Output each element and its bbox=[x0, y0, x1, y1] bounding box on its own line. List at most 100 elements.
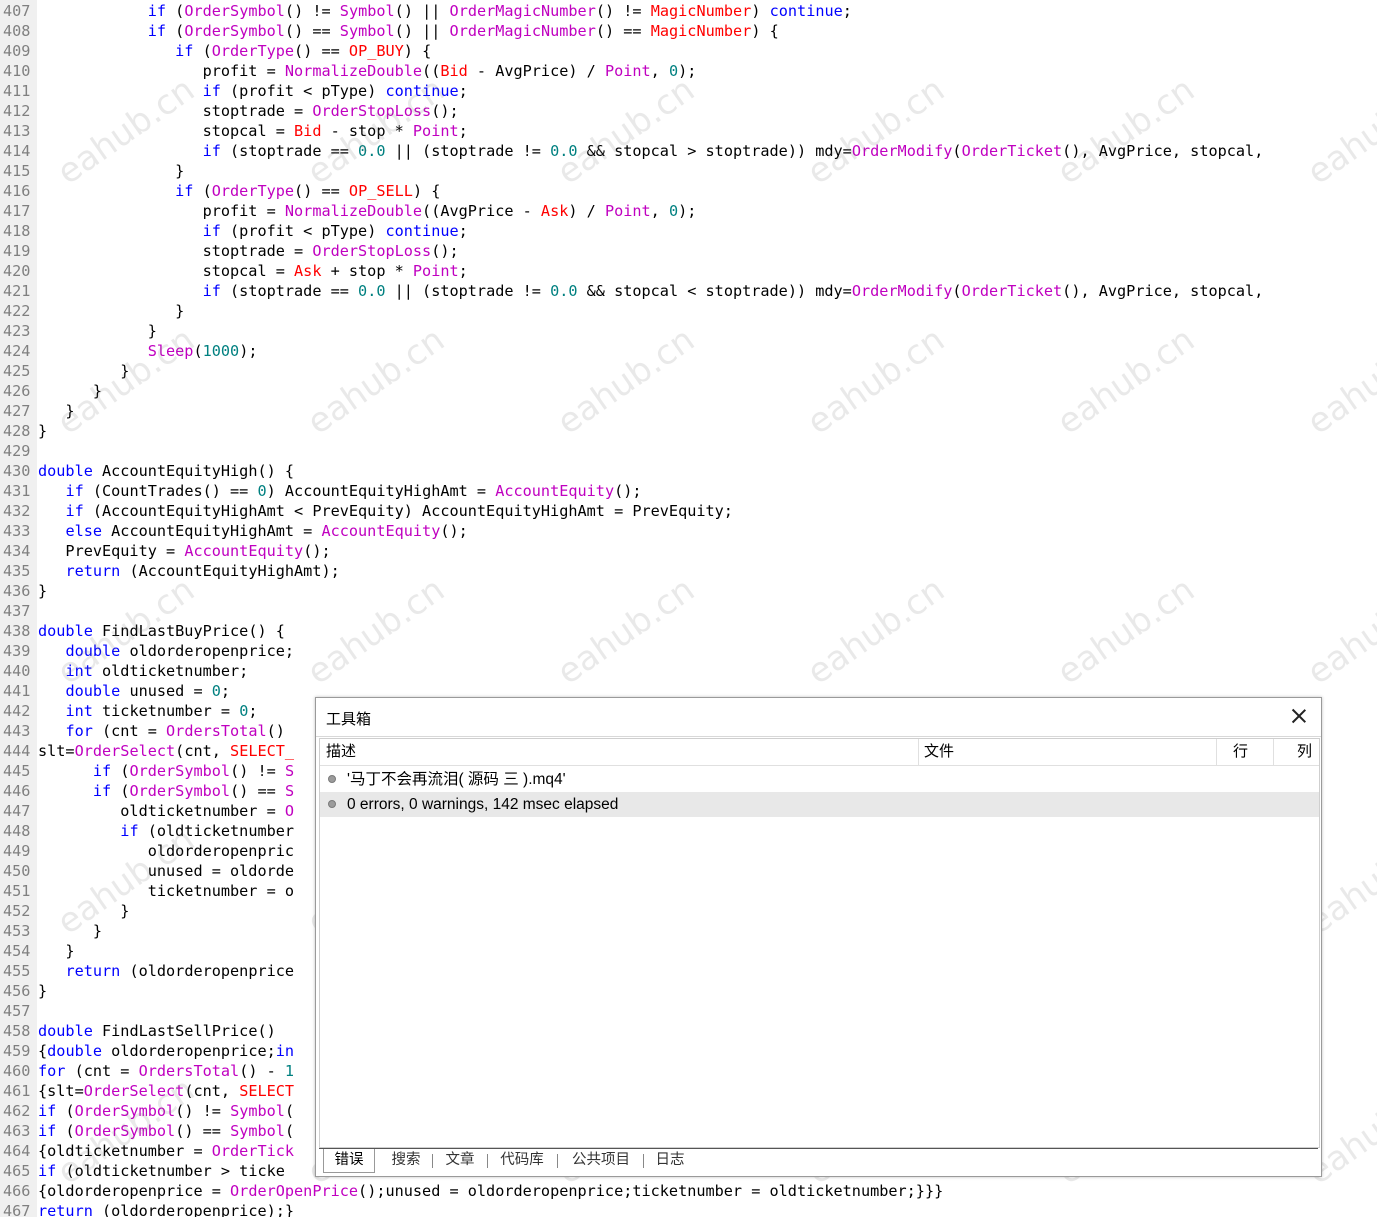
line-number: 417 bbox=[0, 201, 37, 221]
tab-errors[interactable]: 错误 bbox=[323, 1149, 375, 1173]
line-number: 415 bbox=[0, 161, 37, 181]
code-text: } bbox=[38, 922, 103, 940]
line-number: 424 bbox=[0, 341, 37, 361]
code-text: ticketnumber = o bbox=[38, 882, 295, 900]
code-text: } bbox=[38, 162, 185, 180]
line-number: 413 bbox=[0, 121, 37, 141]
line-number: 442 bbox=[0, 701, 37, 721]
line-number: 449 bbox=[0, 841, 37, 861]
code-text: Sleep(1000); bbox=[147, 342, 258, 360]
toolbox-panel: 工具箱 描述 文件 行 列 '马丁不会再流泪( 源码 三 ).mq4' 0 er… bbox=[315, 697, 1322, 1177]
code-text: if (OrderSymbol() == Symbol() || OrderMa… bbox=[147, 22, 779, 40]
watermark-text: eahub.cn bbox=[1300, 69, 1377, 193]
list-item-text: 0 errors, 0 warnings, 142 msec elapsed bbox=[347, 796, 619, 813]
line-number: 466 bbox=[0, 1181, 37, 1201]
column-header-column[interactable]: 列 bbox=[1267, 739, 1343, 765]
code-text: stoptrade = OrderStopLoss(); bbox=[38, 242, 459, 260]
watermark-text: eahub.cn bbox=[800, 569, 952, 693]
list-item[interactable]: '马丁不会再流泪( 源码 三 ).mq4' bbox=[320, 767, 1319, 792]
close-icon[interactable] bbox=[1289, 706, 1309, 726]
code-text: if (profit < pType) continue; bbox=[202, 82, 468, 100]
line-number: 414 bbox=[0, 141, 37, 161]
line-number: 421 bbox=[0, 281, 37, 301]
line-number: 450 bbox=[0, 861, 37, 881]
watermark-text: eahub.cn bbox=[800, 319, 952, 443]
line-number: 456 bbox=[0, 981, 37, 1001]
column-header-line[interactable]: 行 bbox=[1217, 739, 1274, 765]
code-text: if (AccountEquityHighAmt < PrevEquity) A… bbox=[65, 502, 733, 520]
line-number: 431 bbox=[0, 481, 37, 501]
line-number: 419 bbox=[0, 241, 37, 261]
list-item-selected[interactable]: 0 errors, 0 warnings, 142 msec elapsed bbox=[320, 792, 1319, 817]
line-number: 443 bbox=[0, 721, 37, 741]
line-number: 460 bbox=[0, 1061, 37, 1081]
watermark-text: eahub.cn bbox=[1300, 319, 1377, 443]
code-text: if (OrderSymbol() != S bbox=[92, 762, 295, 780]
line-number: 420 bbox=[0, 261, 37, 281]
line-number: 457 bbox=[0, 1001, 37, 1021]
line-number: 432 bbox=[0, 501, 37, 521]
watermark-text: eahub.cn bbox=[1300, 569, 1377, 693]
line-number: 407 bbox=[0, 1, 37, 21]
line-number: 459 bbox=[0, 1041, 37, 1061]
list-item-text: '马丁不会再流泪( 源码 三 ).mq4' bbox=[347, 771, 566, 788]
line-number: 441 bbox=[0, 681, 37, 701]
code-text: double AccountEquityHigh() { bbox=[38, 462, 295, 480]
line-number: 453 bbox=[0, 921, 37, 941]
line-number: 464 bbox=[0, 1141, 37, 1161]
status-dot-icon bbox=[328, 800, 336, 808]
code-text: if (stoptrade == 0.0 || (stoptrade != 0.… bbox=[202, 142, 1264, 160]
code-text: PrevEquity = AccountEquity(); bbox=[38, 542, 331, 560]
code-text: {slt=OrderSelect(cnt, SELECT bbox=[38, 1082, 295, 1100]
code-text: if (OrderType() == OP_SELL) { bbox=[175, 182, 441, 200]
line-number: 437 bbox=[0, 601, 37, 621]
line-number: 411 bbox=[0, 81, 37, 101]
line-number: 426 bbox=[0, 381, 37, 401]
code-text: } bbox=[38, 362, 130, 380]
code-text: else AccountEquityHighAmt = AccountEquit… bbox=[65, 522, 468, 540]
code-text: for (cnt = OrdersTotal() - 1 bbox=[38, 1062, 295, 1080]
code-text: if (OrderSymbol() == Symbol( bbox=[38, 1122, 295, 1140]
line-number: 455 bbox=[0, 961, 37, 981]
line-number: 447 bbox=[0, 801, 37, 821]
tab-search[interactable]: 搜索 bbox=[381, 1149, 431, 1172]
line-number: 416 bbox=[0, 181, 37, 201]
code-text: slt=OrderSelect(cnt, SELECT_ bbox=[38, 742, 295, 760]
tab-articles[interactable]: 文章 bbox=[435, 1149, 485, 1172]
tab-divider bbox=[432, 1154, 433, 1168]
line-number: 430 bbox=[0, 461, 37, 481]
line-number: 410 bbox=[0, 61, 37, 81]
code-text: if (OrderSymbol() == S bbox=[92, 782, 295, 800]
line-number: 461 bbox=[0, 1081, 37, 1101]
column-header-file[interactable]: 文件 bbox=[918, 739, 1217, 765]
code-text: profit = NormalizeDouble((AvgPrice - Ask… bbox=[38, 202, 697, 220]
watermark-text: eahub.cn bbox=[300, 569, 452, 693]
line-number: 445 bbox=[0, 761, 37, 781]
code-text: if (OrderSymbol() != Symbol() || OrderMa… bbox=[147, 2, 852, 20]
watermark-text: eahub.cn bbox=[800, 69, 952, 193]
code-text: int oldticketnumber; bbox=[65, 662, 249, 680]
error-list: 描述 文件 行 列 '马丁不会再流泪( 源码 三 ).mq4' 0 errors… bbox=[319, 738, 1320, 1148]
line-number: 467 bbox=[0, 1201, 37, 1217]
code-text: double FindLastBuyPrice() { bbox=[38, 622, 285, 640]
tab-journal[interactable]: 日志 bbox=[647, 1149, 693, 1172]
code-text: if (OrderType() == OP_BUY) { bbox=[175, 42, 432, 60]
code-text: {double oldorderopenprice;in bbox=[38, 1042, 295, 1060]
tab-divider bbox=[557, 1154, 558, 1168]
tab-codebase[interactable]: 代码库 bbox=[489, 1149, 555, 1172]
tab-public-projects[interactable]: 公共项目 bbox=[561, 1149, 641, 1172]
tab-divider bbox=[643, 1154, 644, 1168]
column-header-description[interactable]: 描述 bbox=[320, 739, 919, 765]
line-number: 429 bbox=[0, 441, 37, 461]
status-dot-icon bbox=[328, 775, 336, 783]
code-text: } bbox=[38, 402, 75, 420]
code-text: } bbox=[38, 982, 48, 1000]
line-number: 422 bbox=[0, 301, 37, 321]
line-number: 448 bbox=[0, 821, 37, 841]
code-text: stopcal = Ask + stop * Point; bbox=[38, 262, 468, 280]
code-text: int ticketnumber = 0; bbox=[65, 702, 258, 720]
line-number: 435 bbox=[0, 561, 37, 581]
watermark-text: eahub.cn bbox=[1050, 569, 1202, 693]
line-number: 440 bbox=[0, 661, 37, 681]
line-number: 434 bbox=[0, 541, 37, 561]
